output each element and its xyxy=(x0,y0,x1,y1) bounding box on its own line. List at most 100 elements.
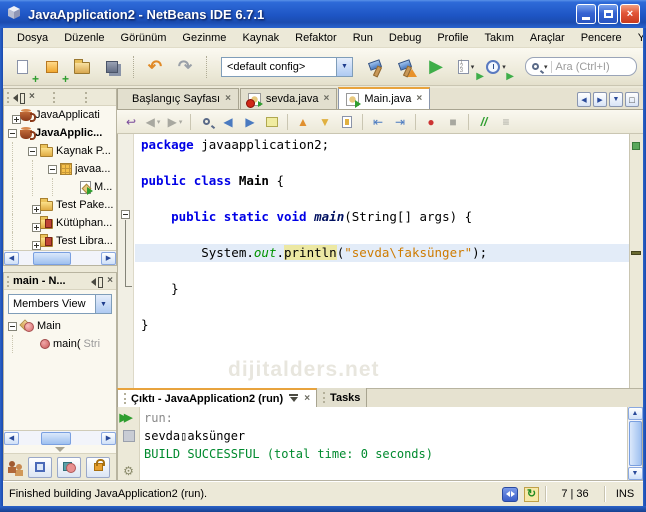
rerun-icon[interactable]: ▶▶ xyxy=(120,411,138,424)
drag-grip-icon[interactable] xyxy=(7,91,9,103)
scroll-right-icon[interactable]: ▶ xyxy=(101,251,116,265)
menu-dosya[interactable]: Dosya xyxy=(9,30,56,46)
code-line[interactable]: public class Main { xyxy=(141,172,629,190)
scroll-up-icon[interactable]: ▲ xyxy=(627,407,643,420)
error-stripe[interactable] xyxy=(629,134,643,388)
tree-expander-icon[interactable] xyxy=(8,321,17,331)
menu-kaynak[interactable]: Kaynak xyxy=(234,30,287,46)
scrollbar-thumb[interactable] xyxy=(628,421,642,466)
code-line[interactable] xyxy=(141,262,629,280)
code-line[interactable] xyxy=(141,226,629,244)
code-line[interactable] xyxy=(141,298,629,316)
save-all-button[interactable] xyxy=(99,54,125,80)
menu-gezinme[interactable]: Gezinme xyxy=(174,30,234,46)
toggle-highlight-button[interactable] xyxy=(262,112,282,132)
find-button[interactable] xyxy=(196,112,216,132)
navigator-view-combo[interactable]: Members View ▼ xyxy=(8,294,112,314)
menu-profile[interactable]: Profile xyxy=(429,30,476,46)
find-previous-button[interactable]: ◀ xyxy=(218,112,238,132)
new-file-button[interactable]: + xyxy=(9,54,39,85)
close-tab-icon[interactable]: × xyxy=(324,94,330,104)
navigator-hscrollbar[interactable]: ◀ ▶ xyxy=(4,430,116,445)
code-line[interactable] xyxy=(141,154,629,172)
tree-expander-icon[interactable] xyxy=(28,146,37,156)
scroll-tabs-left-icon[interactable]: ◀ xyxy=(577,92,591,107)
output-tab-kt-javaapplication2-run[interactable]: Çıktı - JavaApplication2 (run) × xyxy=(117,388,318,407)
code-line[interactable]: package javaapplication2; xyxy=(141,136,629,154)
scroll-left-icon[interactable]: ◀ xyxy=(4,431,19,445)
close-panel-icon[interactable]: × xyxy=(107,276,113,286)
scrollbar-thumb[interactable] xyxy=(41,431,71,445)
quick-search-input[interactable]: ▾ Ara (Ctrl+I) xyxy=(525,57,637,76)
code-line[interactable] xyxy=(141,190,629,208)
editor-tab-sevda-java[interactable]: sevda.java × xyxy=(239,88,338,109)
open-project-button[interactable] xyxy=(69,54,95,80)
project-tree-item[interactable]: JavaApplic... xyxy=(4,124,116,142)
scroll-tabs-right-icon[interactable]: ▶ xyxy=(593,92,607,107)
forward-button[interactable]: ▶ ▾ xyxy=(165,112,185,132)
editor-tab-ba-lang-sayfas[interactable]: Başlangıç Sayfası × xyxy=(117,88,239,109)
maximize-editor-icon[interactable]: □ xyxy=(625,92,639,107)
menu-tak-m[interactable]: Takım xyxy=(477,30,522,46)
editor-tab-main-java[interactable]: Main.java × xyxy=(338,87,431,109)
close-tab-icon[interactable]: × xyxy=(304,393,310,404)
profile-project-button[interactable]: ▶ ▾ xyxy=(483,54,514,82)
build-project-button[interactable] xyxy=(363,54,389,80)
output-window-menu-icon[interactable] xyxy=(288,394,299,403)
tree-expander-icon[interactable] xyxy=(8,128,17,138)
close-tab-icon[interactable]: × xyxy=(225,94,231,104)
show-fields-button[interactable] xyxy=(28,456,52,478)
project-tree-item[interactable]: JavaApplicati xyxy=(4,106,116,124)
projects-hscrollbar[interactable]: ◀ ▶ xyxy=(4,250,116,265)
find-next-button[interactable]: ▶ xyxy=(240,112,260,132)
minimize-button[interactable] xyxy=(576,4,596,24)
scroll-right-icon[interactable]: ▶ xyxy=(101,431,116,445)
minimize-panel-icon[interactable] xyxy=(91,276,104,288)
debug-project-button[interactable]: 1 2 3 ▶ ▾ xyxy=(453,54,484,82)
uncomment-button[interactable]: ≡ xyxy=(496,112,516,132)
show-static-members-button[interactable] xyxy=(57,456,81,478)
last-edit-position-button[interactable]: ↩ xyxy=(121,112,141,132)
next-bookmark-button[interactable]: ▼ xyxy=(315,112,335,132)
close-tab-icon[interactable]: × xyxy=(416,94,422,104)
chevron-down-icon[interactable]: ▼ xyxy=(95,295,111,313)
back-button[interactable]: ◀ ▾ xyxy=(143,112,163,132)
chevron-down-icon[interactable]: ▼ xyxy=(336,57,352,76)
menu-d-zenle[interactable]: Düzenle xyxy=(56,30,112,46)
tab-list-icon[interactable]: ▼ xyxy=(609,92,623,107)
menu-ara-lar[interactable]: Araçlar xyxy=(522,30,573,46)
start-macro-recording-button[interactable]: ● xyxy=(421,112,441,132)
project-tree-item[interactable]: javaa... xyxy=(4,160,116,178)
project-tree-item[interactable]: Test Libra... xyxy=(4,232,116,250)
project-tree-item[interactable]: M... xyxy=(4,178,116,196)
run-project-button[interactable]: ▶ xyxy=(423,54,449,80)
scrollbar-thumb[interactable] xyxy=(33,251,71,265)
navigator-tree-item[interactable]: main(Stri xyxy=(4,335,116,353)
update-refresh-icon[interactable]: ↻ xyxy=(524,486,539,502)
stop-run-icon[interactable] xyxy=(122,430,135,442)
menu-g-r-n-m[interactable]: Görünüm xyxy=(113,30,175,46)
undo-button[interactable]: ↶ xyxy=(142,54,168,80)
comment-button[interactable]: // xyxy=(474,112,494,132)
current-line-mark[interactable] xyxy=(631,251,641,255)
menu-debug[interactable]: Debug xyxy=(381,30,429,46)
toggle-bookmark-button[interactable] xyxy=(337,112,357,132)
drag-grip-icon[interactable] xyxy=(7,275,9,287)
menu-pencere[interactable]: Pencere xyxy=(573,30,630,46)
tree-expander-icon[interactable] xyxy=(48,164,57,174)
splitter-grip-icon[interactable] xyxy=(4,445,116,453)
output-tab-tasks[interactable]: Tasks xyxy=(317,388,368,407)
config-combo[interactable]: <default config> ▼ xyxy=(221,56,353,77)
menu-refaktor[interactable]: Refaktor xyxy=(287,30,345,46)
code-line[interactable]: } xyxy=(141,316,629,334)
code-line[interactable]: } xyxy=(141,280,629,298)
output-text[interactable]: run: sevda▯aksünger BUILD SUCCESSFUL (tota… xyxy=(144,409,626,480)
clean-build-button[interactable] xyxy=(393,54,419,80)
previous-bookmark-button[interactable]: ▲ xyxy=(293,112,313,132)
show-non-public-button[interactable] xyxy=(86,456,110,478)
stop-macro-recording-button[interactable]: ■ xyxy=(443,112,463,132)
menu-run[interactable]: Run xyxy=(345,30,381,46)
fold-margin[interactable] xyxy=(118,134,134,388)
maximize-button[interactable] xyxy=(598,4,618,24)
show-inherited-members-icon[interactable] xyxy=(8,460,23,474)
